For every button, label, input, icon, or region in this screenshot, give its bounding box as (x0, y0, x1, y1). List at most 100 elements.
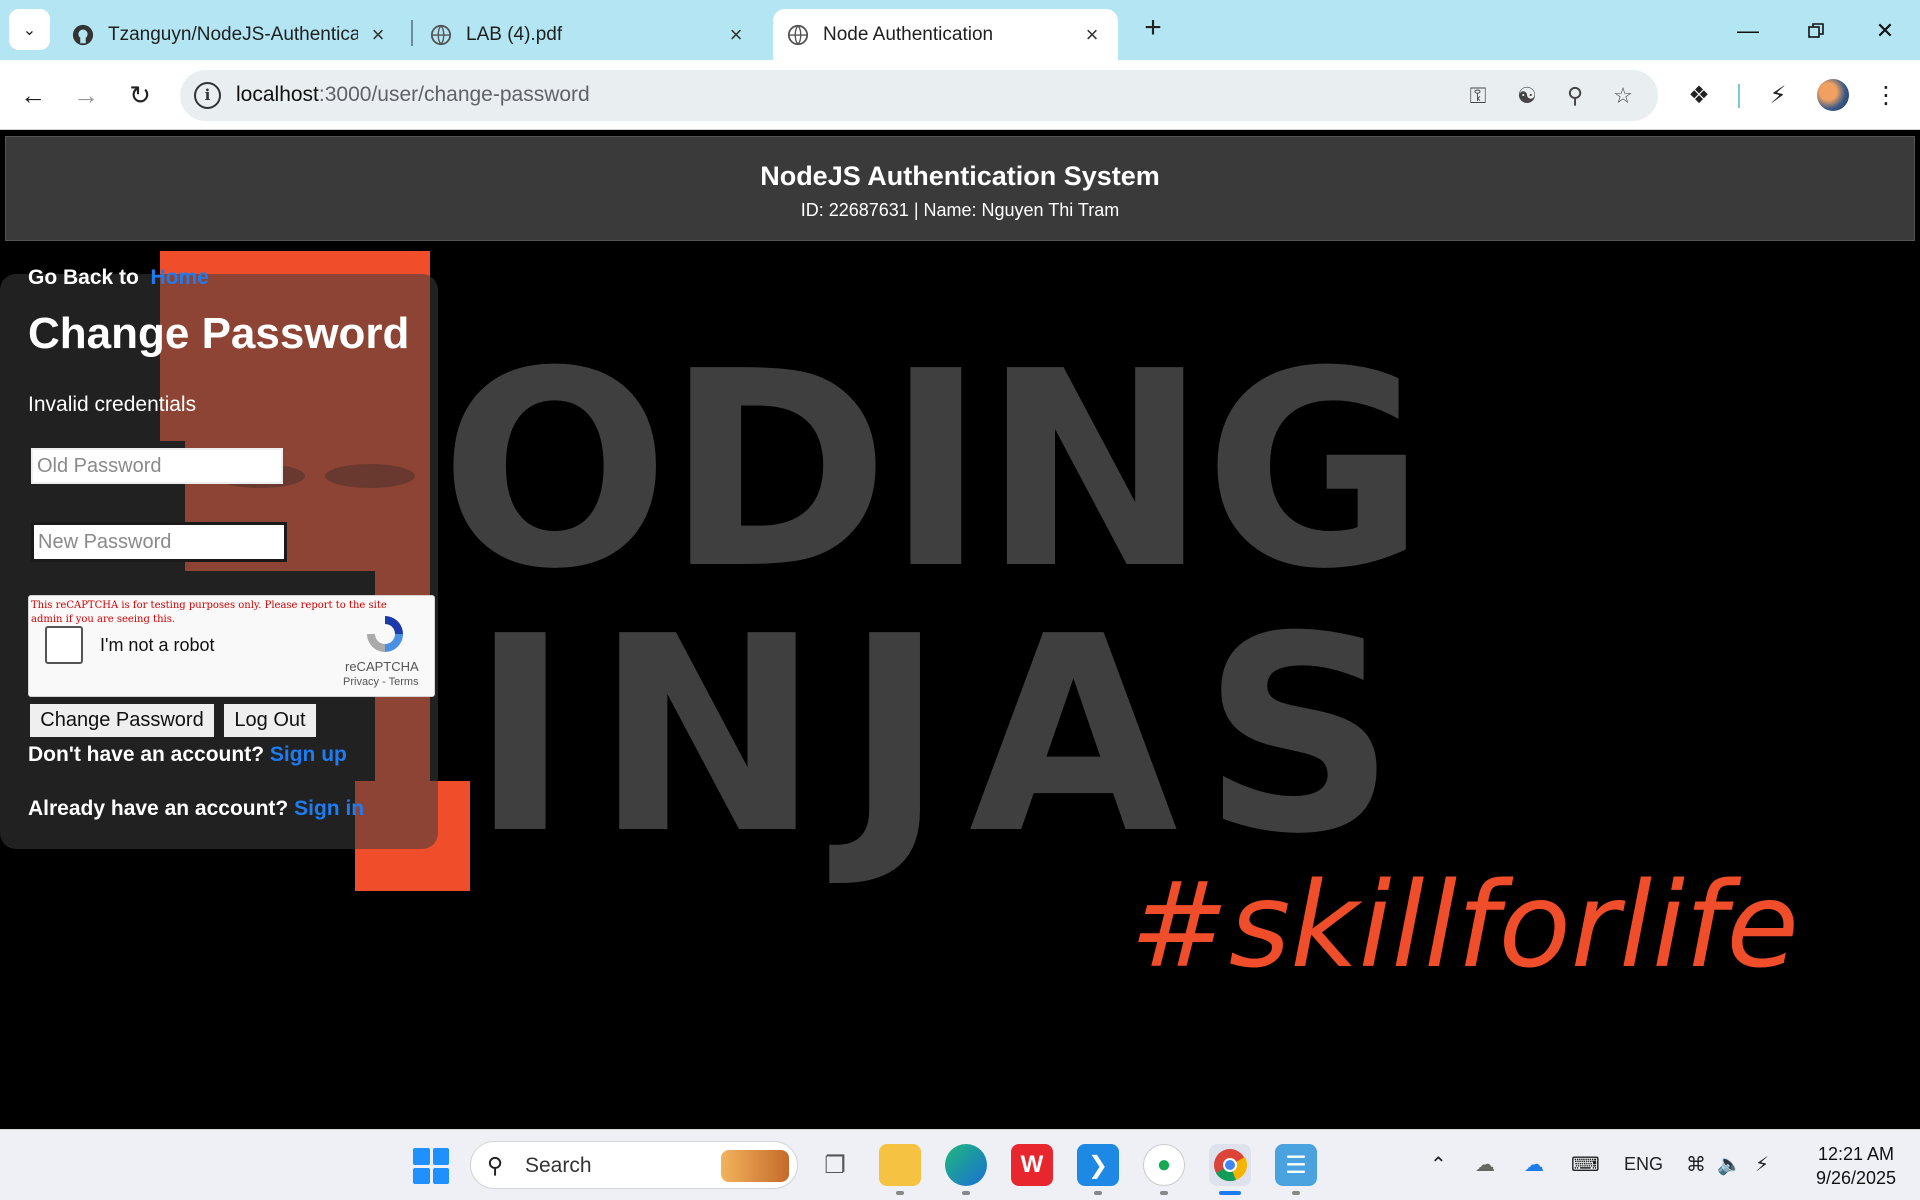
close-icon[interactable]: × (724, 22, 748, 47)
minimize-button[interactable]: — (1731, 14, 1765, 48)
volume-icon[interactable]: 🔈 (1717, 1152, 1742, 1177)
bookmark-star-icon[interactable]: ☆ (1609, 82, 1637, 110)
edge-icon[interactable] (945, 1144, 987, 1186)
recaptcha-checkbox[interactable] (45, 626, 83, 664)
app-indicator (1094, 1191, 1102, 1195)
recaptcha-logo-icon (367, 616, 403, 652)
logout-button[interactable]: Log Out (222, 702, 318, 739)
chrome-logo (1214, 1149, 1248, 1182)
wps-office-icon[interactable]: W (1011, 1144, 1053, 1186)
translate-icon[interactable]: ☯ (1513, 82, 1541, 110)
app-indicator-active (1219, 1191, 1241, 1195)
clock-date: 9/26/2025 (1815, 1168, 1897, 1188)
taskbar-search[interactable]: ⚲ Search (470, 1141, 798, 1189)
go-back-label: Go Back to (28, 266, 139, 289)
app-indicator (962, 1191, 970, 1195)
tray-overflow-chevron-icon[interactable]: ⌃ (1430, 1152, 1447, 1177)
wifi-icon[interactable]: ⌘ (1686, 1152, 1706, 1177)
reload-icon: ↻ (129, 79, 151, 110)
change-password-button[interactable]: Change Password (28, 702, 216, 739)
zoom-icon[interactable]: ⚲ (1561, 82, 1589, 110)
signin-prompt-text: Already have an account? (28, 797, 289, 820)
browser-toolbar: ← → ↻ i localhost:3000/user/change-passw… (0, 60, 1920, 130)
new-tab-button[interactable]: + (1138, 13, 1168, 44)
arrow-left-icon: ← (20, 79, 46, 110)
performance-icon[interactable]: ⚡ (1760, 77, 1796, 113)
page-title: Change Password (28, 309, 410, 358)
restore-button[interactable] (1799, 14, 1833, 48)
page-viewport: NodeJS Authentication System ID: 2268763… (0, 131, 1920, 1129)
keyboard-icon[interactable]: ⌨ (1571, 1152, 1600, 1177)
signin-prompt: Already have an account? Sign in (28, 797, 364, 821)
file-explorer-icon[interactable] (879, 1144, 921, 1186)
close-icon[interactable]: × (366, 22, 390, 47)
browser-tab-bar: ⌄ Tzanguyn/NodeJS-Authenticati × LAB (4)… (0, 0, 1920, 60)
restore-icon (1808, 23, 1824, 38)
forward-button[interactable]: → (68, 77, 104, 113)
recaptcha-separator: - (379, 676, 389, 688)
tab-title: LAB (4).pdf (466, 23, 563, 45)
site-subtitle: ID: 22687631 | Name: Nguyen Thi Tram (800, 200, 1120, 220)
tab-node-authentication[interactable]: Node Authentication × (773, 9, 1118, 60)
task-view-icon[interactable]: ❐ (814, 1144, 856, 1186)
recaptcha-widget: This reCAPTCHA is for testing purposes o… (28, 595, 435, 697)
home-link[interactable]: Home (151, 266, 209, 289)
site-header: NodeJS Authentication System ID: 2268763… (5, 136, 1915, 241)
signup-link[interactable]: Sign up (270, 743, 347, 766)
notepad-icon[interactable]: ☰ (1275, 1144, 1317, 1186)
error-message: Invalid credentials (28, 393, 197, 416)
globe-icon (430, 24, 452, 45)
recaptcha-privacy-link[interactable]: Privacy (343, 676, 379, 688)
search-icon: ⚲ (487, 1153, 504, 1178)
site-info-icon[interactable]: i (194, 82, 221, 109)
onedrive-icon[interactable]: ☁ (1524, 1152, 1544, 1177)
recaptcha-terms-link[interactable]: Terms (389, 676, 419, 688)
site-title: NodeJS Authentication System (760, 161, 1160, 191)
url-path: :3000/user/change-password (318, 83, 590, 106)
old-password-input[interactable] (31, 448, 283, 484)
tab-title: Tzanguyn/NodeJS-Authenticati (108, 23, 358, 45)
tab-title: Node Authentication (823, 23, 994, 45)
close-window-button[interactable]: ✕ (1868, 14, 1902, 48)
go-back-line: Go Back to Home (28, 266, 209, 290)
extensions-icon[interactable]: ❖ (1681, 77, 1717, 113)
tab-separator (411, 20, 413, 46)
tab-search-button[interactable]: ⌄ (9, 9, 50, 50)
taskbar-search-label: Search (525, 1154, 592, 1177)
clock[interactable]: 12:21 AM 9/26/2025 (1800, 1142, 1912, 1190)
windows-start-icon[interactable] (413, 1148, 449, 1184)
new-password-input[interactable] (31, 522, 287, 562)
signup-prompt: Don't have an account? Sign up (28, 743, 347, 767)
recaptcha-label: I'm not a robot (100, 635, 215, 655)
background-text-ninjas: INJAS (470, 578, 1421, 893)
battery-icon[interactable]: ⚡ (1755, 1152, 1769, 1177)
signin-link[interactable]: Sign in (294, 797, 364, 820)
language-indicator[interactable]: ENG (1624, 1154, 1663, 1175)
mongodb-icon[interactable]: ● (1143, 1144, 1185, 1186)
url-host: localhost (236, 83, 319, 106)
tab-lab-pdf[interactable]: LAB (4).pdf × (416, 9, 762, 60)
app-indicator (896, 1191, 904, 1195)
reload-button[interactable]: ↻ (122, 77, 158, 113)
tab-github[interactable]: Tzanguyn/NodeJS-Authenticati × (58, 9, 404, 60)
address-bar[interactable]: i localhost:3000/user/change-password ⚿ … (180, 70, 1658, 121)
github-icon (72, 24, 94, 45)
key-icon[interactable]: ⚿ (1464, 82, 1492, 110)
background-text-coding: ODING (440, 313, 1426, 628)
clock-time: 12:21 AM (1817, 1144, 1895, 1164)
profile-avatar[interactable] (1817, 79, 1849, 111)
arrow-right-icon: → (73, 79, 99, 110)
menu-kebab-icon[interactable]: ⋮ (1868, 77, 1904, 113)
search-highlight-image (721, 1150, 789, 1182)
close-icon[interactable]: × (1080, 22, 1104, 47)
background-tagline: #skillforlife (1130, 856, 1799, 994)
cloud-sync-icon[interactable]: ☁ (1475, 1152, 1495, 1177)
recaptcha-brand: reCAPTCHA (345, 659, 419, 674)
back-button[interactable]: ← (15, 77, 51, 113)
vscode-icon[interactable]: ❯ (1077, 1144, 1119, 1186)
app-indicator (1160, 1191, 1168, 1195)
globe-icon (787, 24, 809, 45)
app-indicator (1292, 1191, 1300, 1195)
url-text[interactable]: localhost:3000/user/change-password (236, 83, 590, 107)
chrome-icon[interactable] (1209, 1144, 1251, 1186)
